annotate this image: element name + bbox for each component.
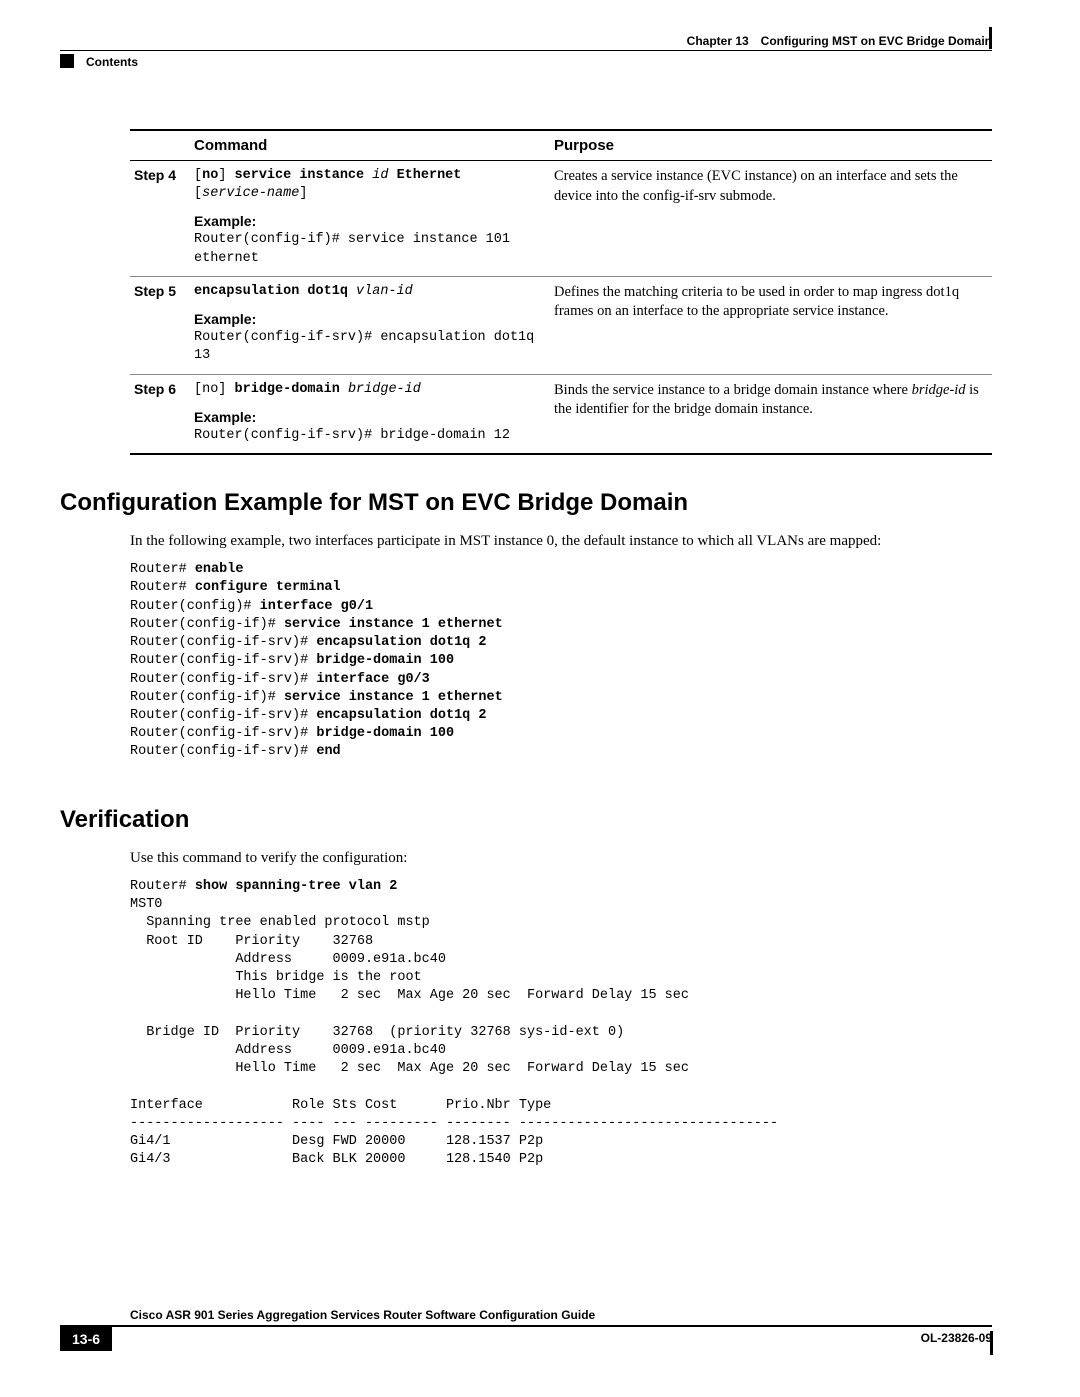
- cmd-text: ]: [218, 168, 234, 183]
- cmd-text: id: [372, 168, 388, 183]
- table-row: Step 4 [no] service instance id Ethernet…: [130, 161, 992, 277]
- example-text: Router(config-if-srv)# encapsulation dot…: [194, 329, 542, 365]
- purpose-text: Binds the service instance to a bridge d…: [554, 382, 912, 398]
- cmd-text: service instance: [235, 168, 365, 183]
- cmd-text: [340, 382, 348, 397]
- purpose-cell: Defines the matching criteria to be used…: [550, 276, 992, 374]
- header-rule: [60, 50, 992, 51]
- cmd-text: no: [202, 168, 218, 183]
- cmd-text: [no]: [194, 382, 235, 397]
- table-row: Step 5 encapsulation dot1q vlan-id Examp…: [130, 276, 992, 374]
- purpose-cell: Binds the service instance to a bridge d…: [550, 374, 992, 454]
- command-table: Command Purpose Step 4 [no] service inst…: [130, 129, 992, 455]
- page-footer: Cisco ASR 901 Series Aggregation Service…: [60, 1308, 992, 1351]
- section-heading-config-example: Configuration Example for MST on EVC Bri…: [60, 489, 992, 517]
- contents-label: Contents: [86, 55, 138, 69]
- document-id: OL-23826-09: [921, 1327, 992, 1345]
- square-marker-icon: [60, 54, 74, 68]
- step-label: Step 4: [130, 161, 190, 277]
- col-purpose: Purpose: [550, 130, 992, 161]
- cmd-text: [348, 284, 356, 299]
- page-number: 13-6: [60, 1327, 112, 1351]
- command-cell: encapsulation dot1q vlan-id Example: Rou…: [190, 276, 550, 374]
- cmd-text: [: [194, 186, 202, 201]
- example-text: Router(config-if)# service instance 101 …: [194, 231, 542, 267]
- cmd-text: encapsulation dot1q: [194, 284, 348, 299]
- table-header-row: Command Purpose: [130, 130, 992, 161]
- cmd-text: Ethernet: [397, 168, 462, 183]
- example-text: Router(config-if-srv)# bridge-domain 12: [194, 427, 542, 445]
- cmd-text: [: [194, 168, 202, 183]
- cmd-text: ]: [299, 186, 307, 201]
- page: Chapter 13 Configuring MST on EVC Bridge…: [0, 0, 1080, 1397]
- command-cell: [no] service instance id Ethernet [servi…: [190, 161, 550, 277]
- example-label: Example:: [194, 213, 542, 229]
- header-marker: [989, 27, 992, 49]
- code-block-config: Router# enable Router# configure termina…: [130, 561, 992, 761]
- cmd-text: vlan-id: [356, 284, 413, 299]
- cmd-text: bridge-domain: [235, 382, 340, 397]
- cmd-text: bridge-id: [348, 382, 421, 397]
- purpose-cell: Creates a service instance (EVC instance…: [550, 161, 992, 277]
- footer-guide-title: Cisco ASR 901 Series Aggregation Service…: [60, 1308, 992, 1327]
- section-heading-verification: Verification: [60, 806, 992, 834]
- cmd-text: service-name: [202, 186, 299, 201]
- table-row: Step 6 [no] bridge-domain bridge-id Exam…: [130, 374, 992, 454]
- example-label: Example:: [194, 409, 542, 425]
- contents-label-row: Contents: [60, 55, 992, 69]
- body-area: Command Purpose Step 4 [no] service inst…: [60, 129, 992, 1169]
- chapter-line: Chapter 13 Configuring MST on EVC Bridge…: [687, 34, 992, 48]
- purpose-text: bridge-id: [912, 382, 966, 398]
- col-command: Command: [190, 130, 550, 161]
- cmd-text: [388, 168, 396, 183]
- footer-marker: [990, 1331, 993, 1355]
- code-block-verification: Router# show spanning-tree vlan 2 MST0 S…: [130, 878, 992, 1170]
- example-label: Example:: [194, 311, 542, 327]
- body-paragraph: In the following example, two interfaces…: [130, 531, 992, 551]
- step-label: Step 5: [130, 276, 190, 374]
- body-paragraph: Use this command to verify the configura…: [130, 848, 992, 868]
- step-label: Step 6: [130, 374, 190, 454]
- command-cell: [no] bridge-domain bridge-id Example: Ro…: [190, 374, 550, 454]
